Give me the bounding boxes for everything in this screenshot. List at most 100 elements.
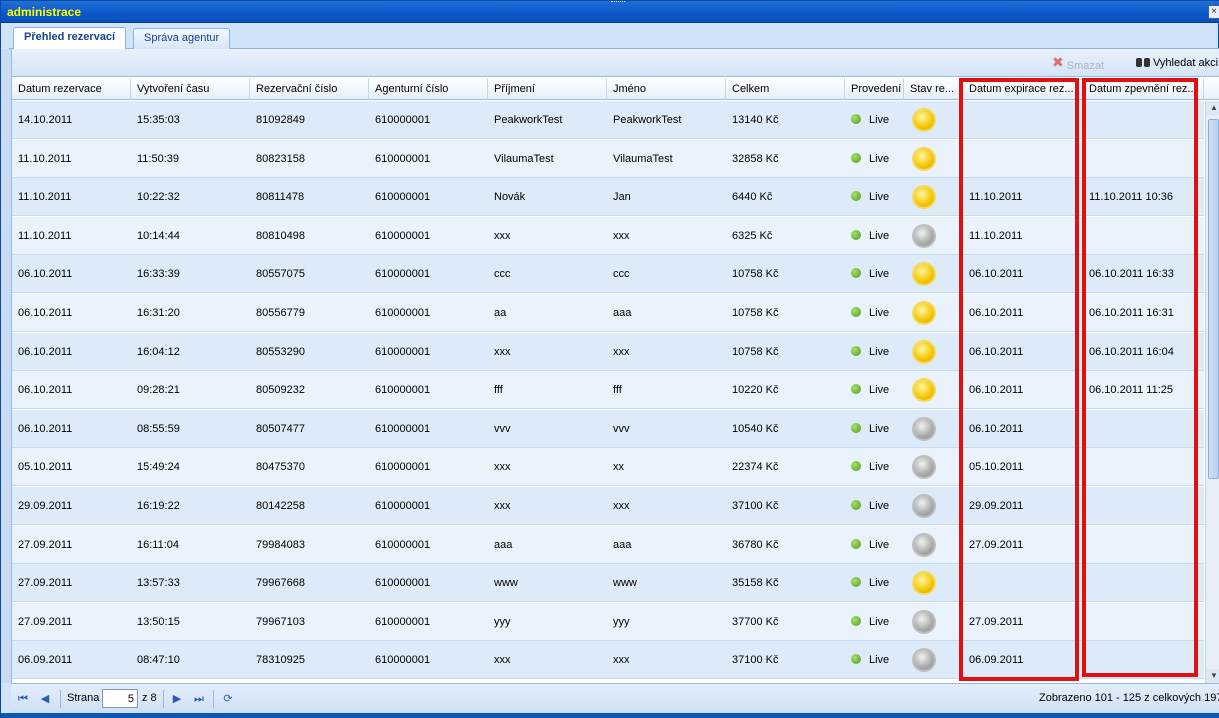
col-first-name-cell: xxx xyxy=(613,654,630,666)
table-row[interactable]: 27.09.2011 13:57:33 79967668 610000001 www ww… xyxy=(12,564,1204,602)
col-total-cell: 10758 Kč xyxy=(732,346,779,358)
table-row[interactable]: 06.09.2011 08:47:10 78310925 610000001 xxx xx… xyxy=(12,641,1204,679)
col-reservation-date-cell: 27.09.2011 xyxy=(18,539,73,551)
mode-text: Live xyxy=(869,423,890,435)
table-row[interactable]: 06.10.2011 16:33:39 80557075 610000001 ccc cc… xyxy=(12,255,1204,293)
live-status-dot-icon xyxy=(851,654,861,664)
prev-page-icon[interactable]: ◀ xyxy=(37,691,53,707)
col-reservation-number-header[interactable]: Rezervační číslo xyxy=(250,78,369,100)
col-first-name-cell: vvv xyxy=(613,423,630,435)
table-row[interactable]: 29.09.2011 16:19:22 80142258 610000001 xxx xx… xyxy=(12,487,1204,525)
col-reservation-number-cell: 80810498 xyxy=(256,230,305,242)
col-reservation-number-cell: 80557075 xyxy=(256,268,305,280)
col-confirmation-date-cell: 06.10.2011 16:04 xyxy=(1089,346,1174,358)
table-row[interactable]: 11.10.2011 10:14:44 80810498 610000001 xxx xx… xyxy=(12,217,1204,255)
vertical-scrollbar[interactable]: ▲ ▼ xyxy=(1205,101,1219,683)
table-row[interactable]: 27.09.2011 16:11:04 79984083 610000001 aaa aa… xyxy=(12,526,1204,564)
col-agency-number-cell: 610000001 xyxy=(375,114,431,126)
col-mode-header[interactable]: Provedení xyxy=(845,78,904,100)
col-total-cell: 22374 Kč xyxy=(732,461,779,473)
table-row[interactable]: 06.10.2011 16:04:12 80553290 610000001 xxx xx… xyxy=(12,333,1204,371)
col-first-name-cell: VilaumaTest xyxy=(613,153,673,165)
col-confirmation-date-cell xyxy=(1083,140,1204,178)
col-status-header[interactable]: Stav re... xyxy=(904,78,963,100)
table-row[interactable]: 11.10.2011 11:50:39 80823158 610000001 Vilau… xyxy=(12,140,1204,178)
table-row[interactable]: 06.10.2011 16:31:20 80556779 610000001 aa aaa… xyxy=(12,294,1204,332)
col-confirmation-date-cell xyxy=(1083,564,1204,602)
col-reservation-date-header[interactable]: Datum rezervace xyxy=(12,78,131,100)
col-reservation-number-cell: 80142258 xyxy=(256,500,305,512)
binoculars-icon xyxy=(1136,56,1150,68)
col-confirmation-date-cell: 06.10.2011 16:33 xyxy=(1089,268,1174,280)
table-row[interactable]: 11.10.2011 10:22:32 80811478 610000001 Novák… xyxy=(12,178,1204,216)
col-total-cell: 37100 Kč xyxy=(732,654,779,666)
col-expiry-date-cell: 06.10.2011 xyxy=(969,423,1024,435)
col-agency-number-cell: 610000001 xyxy=(375,346,431,358)
col-surname-cell: xxx xyxy=(494,230,511,242)
col-agency-number-header[interactable]: Agenturní číslo xyxy=(369,78,488,100)
mode-cell: Live xyxy=(845,603,904,641)
col-first-name-cell: fff xyxy=(613,384,622,396)
scroll-up-icon[interactable]: ▲ xyxy=(1206,101,1219,115)
close-icon[interactable]: × xyxy=(1208,5,1219,19)
col-creation-time-cell: 13:50:15 xyxy=(137,616,180,628)
status-cell xyxy=(904,487,963,525)
table-row[interactable]: 06.10.2011 09:28:21 80509232 610000001 fff ff… xyxy=(12,371,1204,409)
col-surname-header[interactable]: Příjmení xyxy=(488,78,607,100)
delete-button[interactable]: ✖ Smazat xyxy=(1052,54,1104,73)
col-reservation-number-cell: 80556779 xyxy=(256,307,305,319)
col-surname-cell: aa xyxy=(494,307,507,319)
scroll-thumb[interactable] xyxy=(1208,119,1219,479)
col-reservation-number-cell: 80475370 xyxy=(256,461,305,473)
col-expiry-date-header[interactable]: Datum expirace rez... xyxy=(963,78,1083,100)
first-page-icon[interactable]: ⏮ xyxy=(15,691,31,707)
live-status-dot-icon xyxy=(851,539,861,549)
col-reservation-date-cell: 06.10.2011 xyxy=(18,307,73,319)
col-reservation-date-cell: 11.10.2011 xyxy=(18,230,72,242)
tab-agency-management[interactable]: Správa agentur xyxy=(133,28,231,49)
col-total-cell: 10758 Kč xyxy=(732,268,779,280)
col-confirmation-date-header[interactable]: Datum zpevnění rez... xyxy=(1083,78,1204,100)
search-action-button[interactable]: Vyhledat akci xyxy=(1136,56,1218,69)
col-creation-time-header[interactable]: Vytvoření času xyxy=(131,78,250,100)
page-number-input[interactable] xyxy=(102,689,138,708)
col-first-name-cell: xxx xyxy=(613,230,630,242)
col-confirmation-date-cell: 06.10.2011 11:25 xyxy=(1089,384,1174,396)
col-surname-cell: Novák xyxy=(494,191,526,203)
col-reservation-date-cell: 05.10.2011 xyxy=(18,461,73,473)
col-total-header[interactable]: Celkem xyxy=(726,78,845,100)
live-status-dot-icon xyxy=(851,114,861,124)
table-row[interactable]: 14.10.2011 15:35:03 81092849 610000001 Peakw… xyxy=(12,101,1204,139)
mode-text: Live xyxy=(869,307,890,319)
col-reservation-date-cell: 06.10.2011 xyxy=(18,384,73,396)
last-page-icon[interactable]: ⏭ xyxy=(191,691,207,707)
refresh-icon[interactable]: ⟳ xyxy=(220,691,236,707)
col-expiry-date-cell: 27.09.2011 xyxy=(969,616,1024,628)
table-row[interactable]: 05.10.2011 15:49:24 80475370 610000001 xxx xx… xyxy=(12,448,1204,486)
status-cell xyxy=(904,564,963,602)
col-agency-number-cell: 610000001 xyxy=(375,307,431,319)
live-status-dot-icon xyxy=(851,384,861,394)
table-row[interactable]: 06.10.2011 08:55:59 80507477 610000001 vvv vv… xyxy=(12,410,1204,448)
live-status-dot-icon xyxy=(851,616,861,626)
grid-body[interactable]: 14.10.2011 15:35:03 81092849 610000001 Peakw… xyxy=(12,101,1204,683)
col-agency-number-cell: 610000001 xyxy=(375,230,431,242)
live-status-dot-icon xyxy=(851,268,861,278)
col-reservation-number-cell: 80509232 xyxy=(256,384,305,396)
col-expiry-date-cell: 05.10.2011 xyxy=(969,461,1024,473)
title-bar[interactable]: administrace × xyxy=(1,1,1219,23)
sun-yellow-icon xyxy=(914,303,934,323)
sun-yellow-icon xyxy=(914,110,934,130)
col-agency-number-cell: 610000001 xyxy=(375,153,431,165)
table-row[interactable]: 27.09.2011 13:50:15 79967103 610000001 yyy yy… xyxy=(12,603,1204,641)
tab-reservations-overview[interactable]: Přehled rezervací xyxy=(13,27,127,50)
col-agency-number-cell: 610000001 xyxy=(375,577,431,589)
scroll-down-icon[interactable]: ▼ xyxy=(1206,669,1219,683)
status-cell xyxy=(904,448,963,486)
col-first-name-cell: xx xyxy=(613,461,624,473)
tab-strip: Přehled rezervací Správa agentur xyxy=(9,25,1219,50)
next-page-icon[interactable]: ▶ xyxy=(169,691,185,707)
col-confirmation-date-cell xyxy=(1083,526,1204,564)
col-first-name-header[interactable]: Jméno xyxy=(607,78,726,100)
resize-grip[interactable] xyxy=(611,1,625,4)
